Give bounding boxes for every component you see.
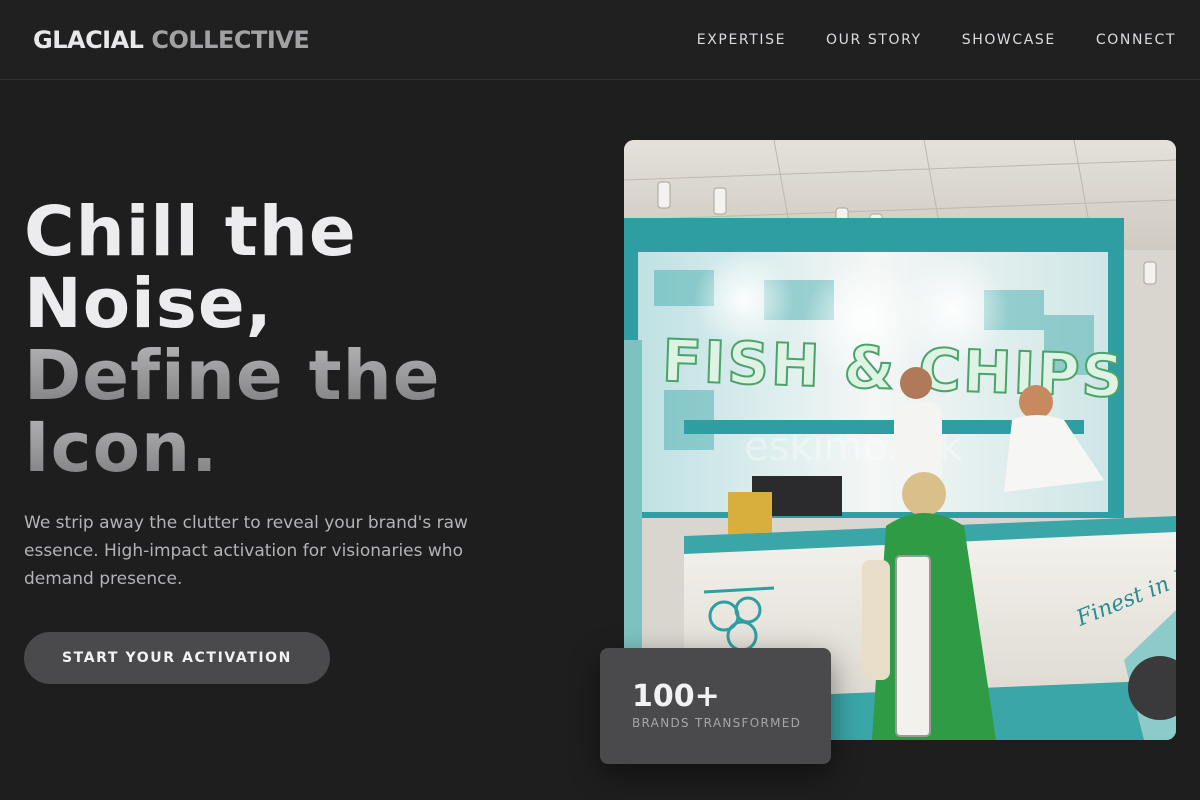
nav-link-connect[interactable]: CONNECT (1096, 31, 1176, 49)
headline-line-1: Chill the (24, 192, 357, 272)
headline-line-4: Icon. (24, 412, 441, 484)
hero-subtext: We strip away the clutter to reveal your… (24, 513, 468, 589)
site-header: GLACIAL COLLECTIVE EXPERTISE OUR STORY S… (0, 0, 1200, 80)
hero-headline: Chill the Noise, Define the Icon. (24, 196, 441, 484)
nav-link-our-story[interactable]: OUR STORY (826, 31, 922, 49)
headline-line-2: Noise, (24, 264, 273, 344)
brand-logo-word-1: GLACIAL (33, 26, 144, 54)
nav-link-expertise[interactable]: EXPERTISE (697, 31, 786, 49)
nav-link-showcase[interactable]: SHOWCASE (962, 31, 1056, 49)
stat-card: 100+ BRANDS TRANSFORMED (600, 648, 831, 764)
brand-logo[interactable]: GLACIAL COLLECTIVE (33, 25, 310, 55)
stat-value: 100+ (632, 679, 720, 714)
headline-line-3: Define the (24, 336, 441, 416)
brand-logo-word-2: COLLECTIVE (151, 26, 310, 54)
main-nav: EXPERTISE OUR STORY SHOWCASE CONNECT (657, 31, 1176, 49)
stat-label: BRANDS TRANSFORMED (632, 716, 802, 730)
start-activation-button[interactable]: START YOUR ACTIVATION (24, 632, 330, 684)
